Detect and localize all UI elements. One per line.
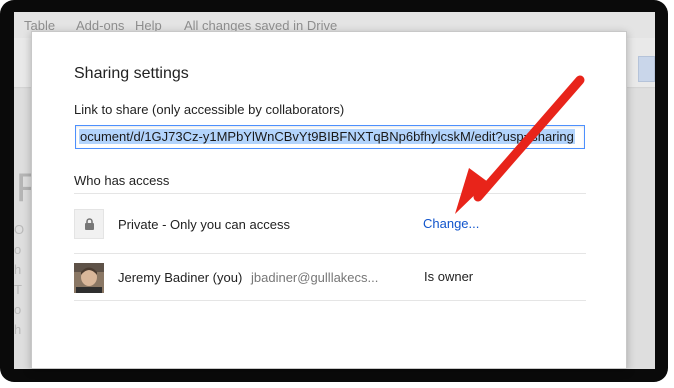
doc-text-fragment: h — [14, 262, 22, 277]
doc-text-fragment: o — [14, 242, 22, 257]
link-label: Link to share (only accessible by collab… — [74, 102, 345, 117]
sharing-settings-dialog: Sharing settings Link to share (only acc… — [31, 31, 627, 369]
divider — [74, 253, 586, 254]
doc-text-fragment: T — [14, 282, 22, 297]
share-link-field[interactable]: ocument/d/1GJ73Cz-y1MPbYlWnCBvYt9BIBFNXT… — [75, 125, 585, 149]
owner-email: jbadiner@gulllakecs... — [251, 270, 379, 285]
divider — [74, 300, 586, 301]
doc-text-fragment: O — [14, 222, 25, 237]
doc-text-fragment: h — [14, 322, 22, 337]
toolbar-button[interactable] — [638, 56, 655, 82]
divider — [74, 193, 586, 194]
lock-icon — [74, 209, 104, 239]
owner-role: Is owner — [424, 269, 474, 284]
dialog-title: Sharing settings — [74, 65, 189, 82]
change-access-link[interactable]: Change... — [423, 216, 479, 231]
owner-name: Jeremy Badiner (you) — [118, 270, 243, 285]
who-has-access-heading: Who has access — [74, 173, 170, 188]
screenshot-frame: Table Add-ons Help All changes saved in … — [0, 0, 668, 382]
share-link-value[interactable]: ocument/d/1GJ73Cz-y1MPbYlWnCBvYt9BIBFNXT… — [79, 129, 575, 144]
doc-text-fragment: o — [14, 302, 22, 317]
private-access-label: Private - Only you can access — [118, 217, 290, 232]
avatar — [74, 263, 104, 293]
